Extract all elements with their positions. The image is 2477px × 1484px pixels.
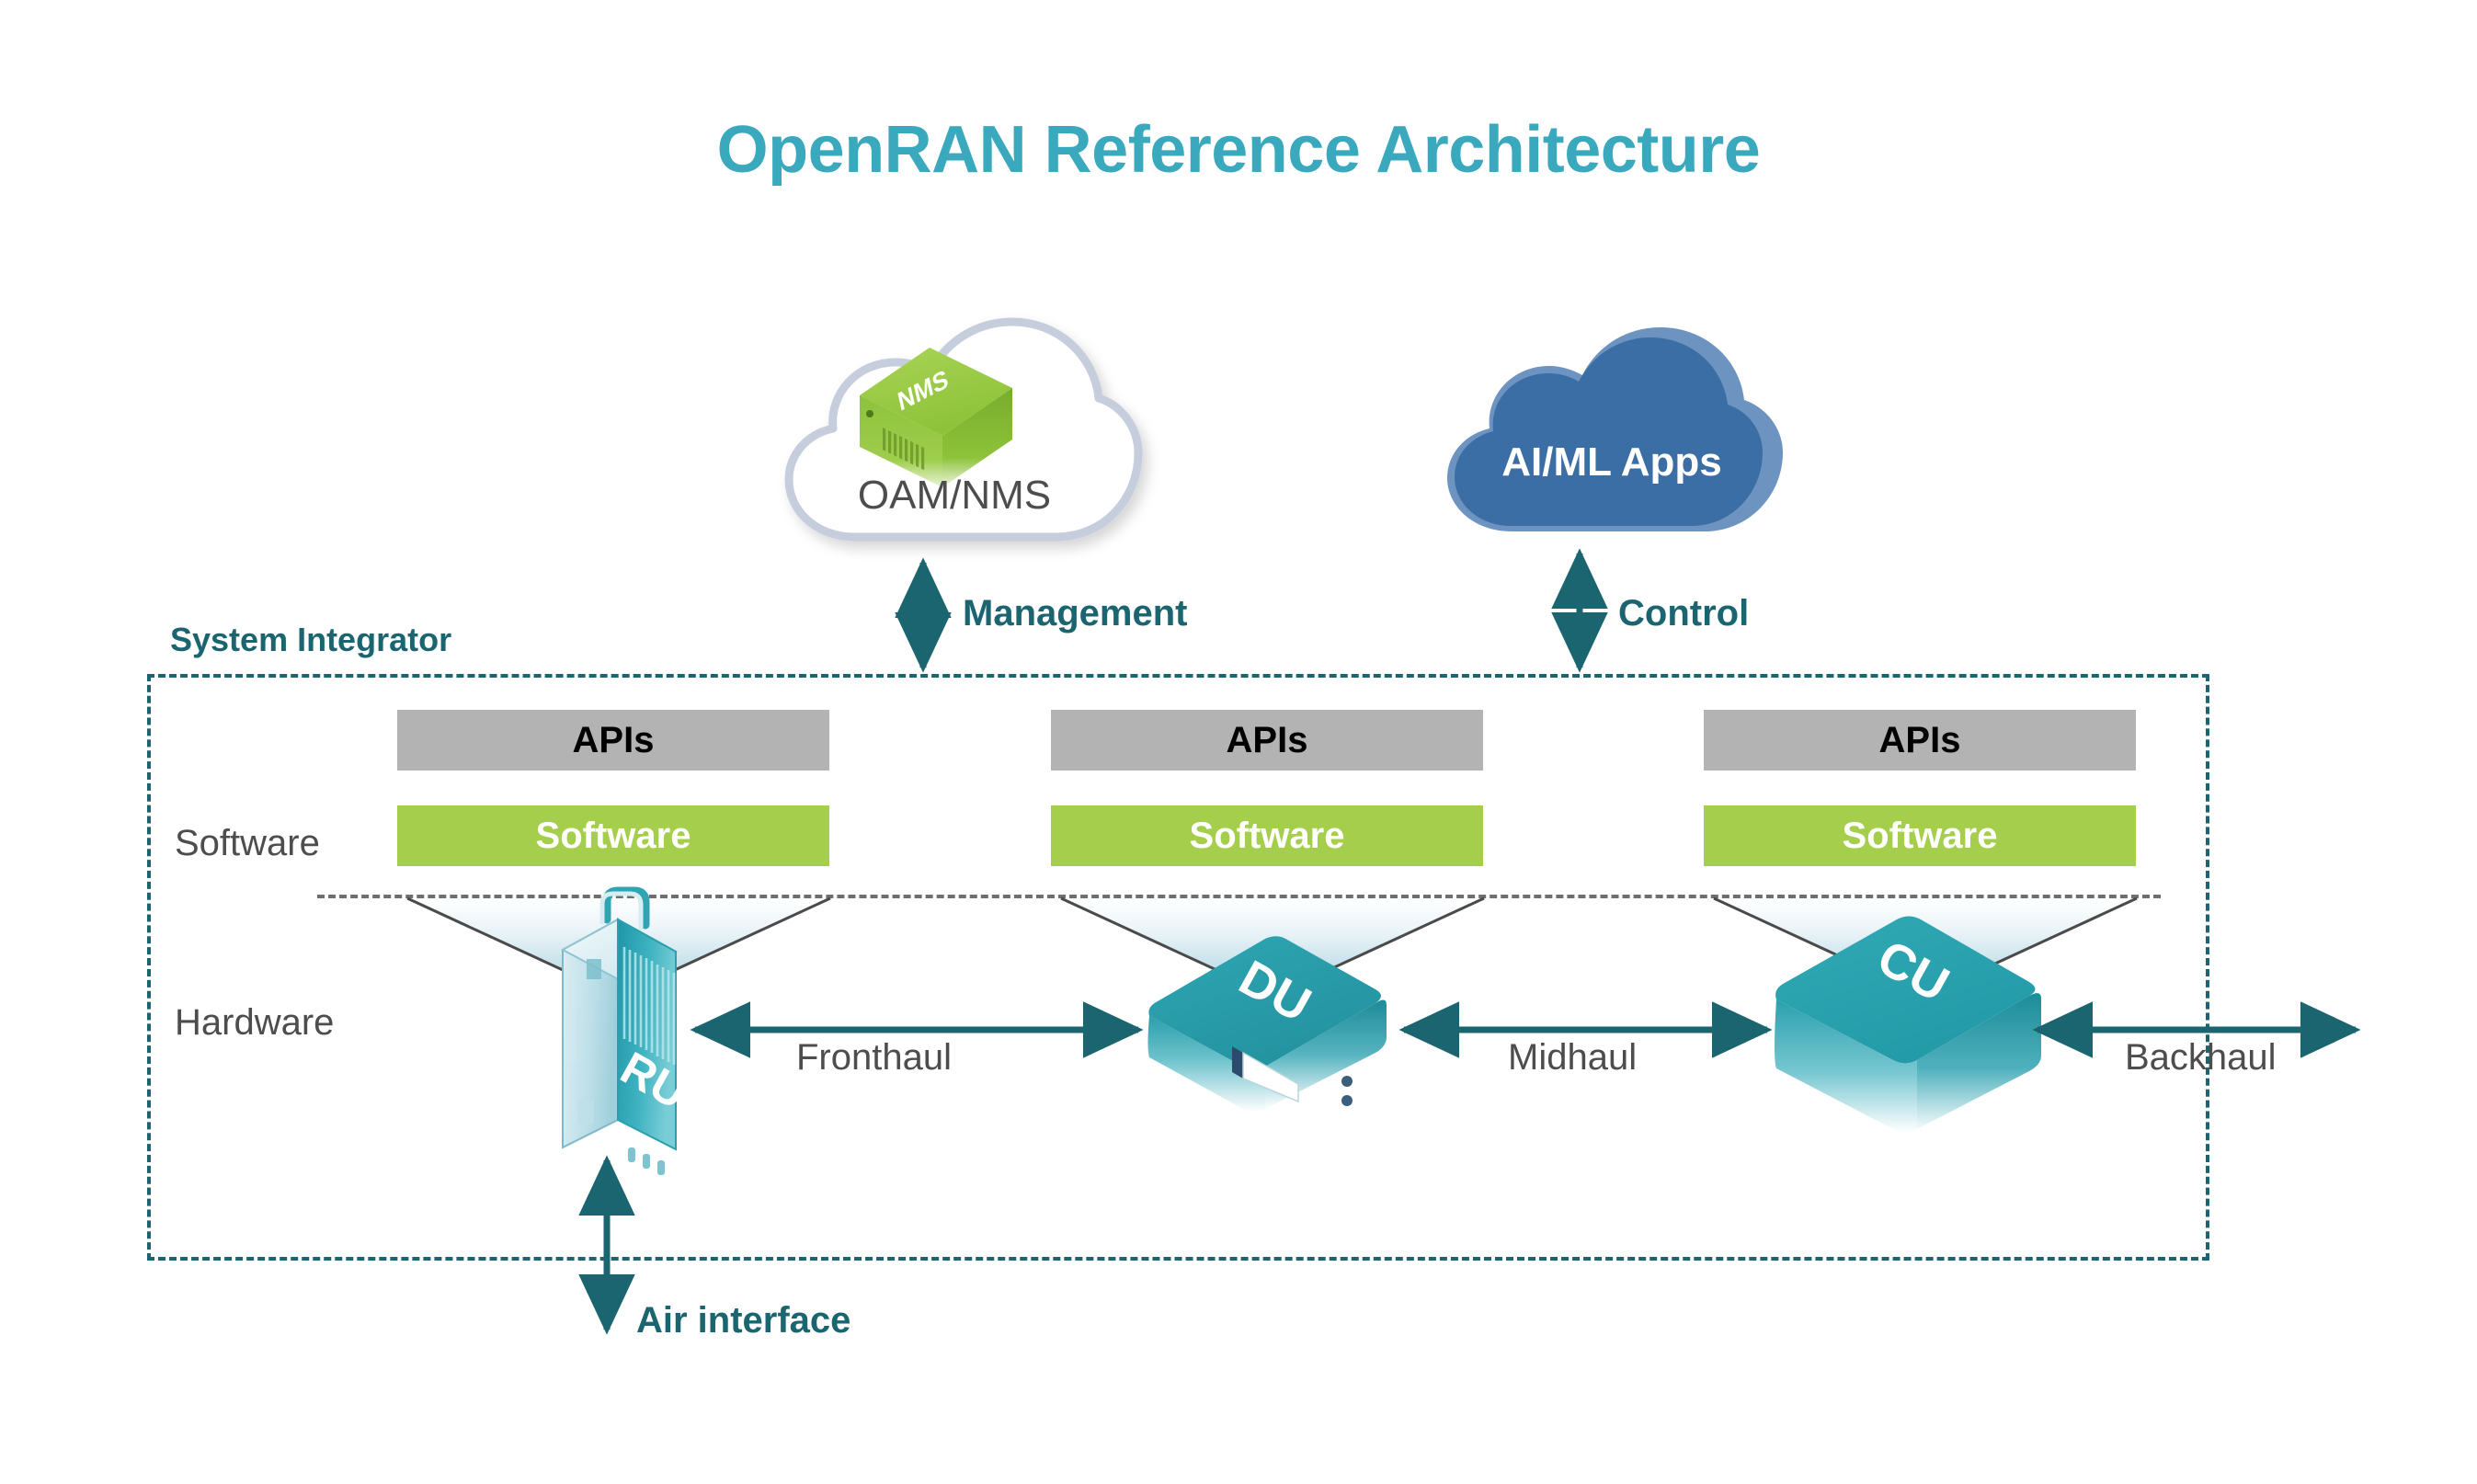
backhaul-label: Backhaul bbox=[2125, 1037, 2277, 1078]
row-label-software: Software bbox=[175, 823, 320, 863]
cu-api-bar[interactable]: APIs bbox=[1704, 710, 2136, 771]
du-software-bar[interactable]: Software bbox=[1051, 805, 1483, 866]
software-hardware-divider bbox=[317, 895, 2161, 898]
oam-nms-cloud: NMS OAM/NMS bbox=[770, 309, 1143, 562]
ru-api-bar[interactable]: APIs bbox=[397, 710, 829, 771]
oam-nms-label: OAM/NMS bbox=[857, 473, 1052, 518]
du-stack-gap bbox=[1051, 771, 1483, 805]
ru-stack-gap bbox=[397, 771, 829, 805]
control-flow-label: Control bbox=[1618, 593, 1750, 634]
page-title: OpenRAN Reference Architecture bbox=[716, 113, 1761, 187]
air-interface-label: Air interface bbox=[636, 1300, 851, 1341]
diagram-canvas: OpenRAN Reference Architecture NMS OAM/N… bbox=[0, 0, 2477, 1484]
ru-stack: APIs Software bbox=[397, 710, 829, 866]
ai-ml-cloud-shape bbox=[1447, 327, 1783, 531]
management-flow-label: Management bbox=[963, 593, 1188, 634]
ru-software-bar[interactable]: Software bbox=[397, 805, 829, 866]
du-stack: APIs Software bbox=[1051, 710, 1483, 866]
fronthaul-label: Fronthaul bbox=[796, 1037, 952, 1078]
du-api-bar[interactable]: APIs bbox=[1051, 710, 1483, 771]
midhaul-label: Midhaul bbox=[1508, 1037, 1638, 1078]
system-integrator-label: System Integrator bbox=[170, 621, 452, 658]
ai-ml-apps-cloud: AI/ML Apps bbox=[1433, 309, 1791, 553]
oam-nms-cloud-shape: NMS bbox=[784, 317, 1143, 542]
cu-software-bar[interactable]: Software bbox=[1704, 805, 2136, 866]
ai-ml-apps-label: AI/ML Apps bbox=[1501, 439, 1722, 485]
cu-stack-gap bbox=[1704, 771, 2136, 805]
row-label-hardware: Hardware bbox=[175, 1002, 335, 1043]
cu-stack: APIs Software bbox=[1704, 710, 2136, 866]
